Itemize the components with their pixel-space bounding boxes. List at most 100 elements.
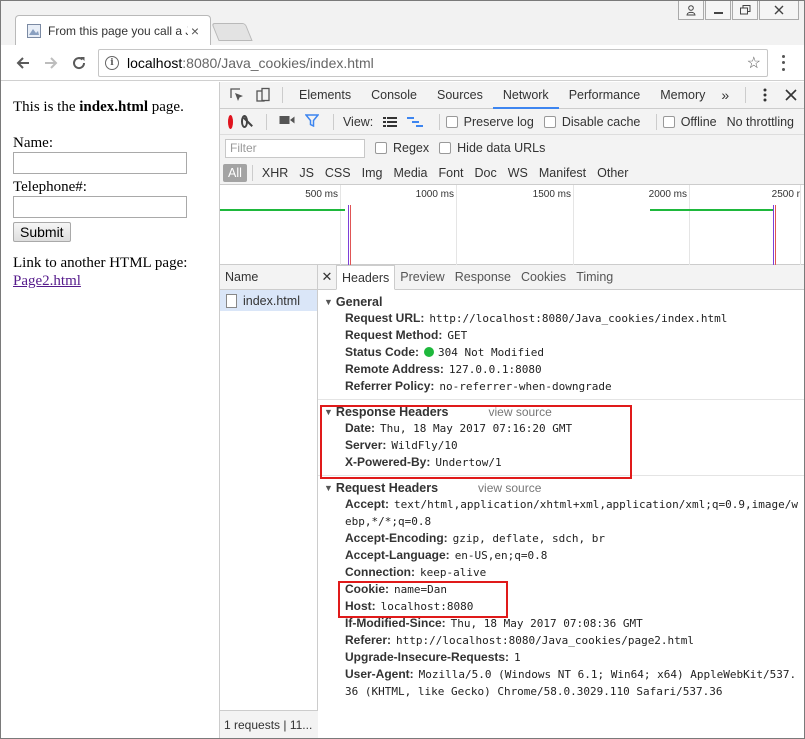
bookmark-star-icon[interactable]: ☆ [747, 53, 761, 73]
waterfall-view-icon[interactable] [407, 116, 424, 128]
type-filter-js[interactable]: JS [294, 164, 319, 182]
timeline-gridline [456, 185, 457, 265]
close-devtools-icon[interactable] [778, 82, 804, 109]
tab-console[interactable]: Console [361, 82, 427, 109]
network-overview-timeline[interactable]: 500 ms 1000 ms 1500 ms 2000 ms 2500 r [220, 185, 804, 265]
user-profile-icon[interactable] [678, 1, 704, 20]
tab-close-icon[interactable]: × [188, 24, 202, 38]
page2-link[interactable]: Page2.html [13, 273, 81, 289]
record-icon[interactable] [228, 114, 233, 129]
regex-checkbox[interactable]: Regex [375, 141, 429, 155]
header-value: GET [447, 329, 468, 342]
view-source-link[interactable]: view source [478, 480, 541, 496]
name-input[interactable] [13, 152, 187, 174]
browser-tab[interactable]: From this page you call a Ja × [15, 15, 211, 45]
close-window-icon[interactable] [759, 1, 799, 20]
disable-cache-checkbox[interactable]: Disable cache [543, 115, 640, 129]
header-value: Thu, 18 May 2017 07:16:20 GMT [380, 422, 573, 435]
header-row: Connection: keep-alive [324, 564, 804, 581]
tab-performance[interactable]: Performance [559, 82, 651, 109]
back-arrow-icon[interactable] [11, 51, 35, 75]
page-favicon-icon [26, 23, 42, 39]
header-row: Date: Thu, 18 May 2017 07:16:20 GMT [324, 420, 804, 437]
type-filter-img[interactable]: Img [357, 164, 388, 182]
expand-triangle-icon[interactable]: ▼ [324, 404, 333, 420]
tab-preview[interactable]: Preview [395, 265, 449, 289]
header-value: no-referrer-when-downgrade [439, 380, 612, 393]
type-filter-all[interactable]: All [223, 163, 247, 182]
capture-screenshots-icon[interactable] [279, 114, 295, 129]
checkbox-icon[interactable] [543, 115, 556, 128]
column-header-name[interactable]: Name [220, 265, 317, 290]
minimize-icon[interactable] [705, 1, 731, 20]
devtools-panel: Elements Console Sources Network Perform… [220, 82, 804, 738]
submit-button[interactable]: Submit [13, 222, 71, 242]
filter-icon[interactable] [303, 113, 320, 130]
new-tab-button[interactable] [211, 23, 253, 41]
tab-elements[interactable]: Elements [289, 82, 361, 109]
request-headers-section: ▼ Request Headers view source Accept: tex… [318, 476, 804, 704]
response-headers-header[interactable]: ▼ Response Headers view source [324, 404, 804, 420]
tab-network[interactable]: Network [492, 82, 559, 109]
request-headers-header[interactable]: ▼ Request Headers view source [324, 480, 804, 496]
header-key: User-Agent: [345, 667, 414, 681]
expand-triangle-icon[interactable]: ▼ [324, 480, 333, 496]
type-filter-font[interactable]: Font [434, 164, 469, 182]
checkbox-icon[interactable] [445, 115, 458, 128]
tab-memory[interactable]: Memory [650, 82, 715, 109]
status-ok-icon [424, 347, 435, 357]
tab-sources[interactable]: Sources [427, 82, 493, 109]
address-bar[interactable]: i localhost:8080/Java_cookies/index.html… [98, 49, 768, 77]
restore-icon[interactable] [732, 1, 758, 20]
type-filter-media[interactable]: Media [388, 164, 432, 182]
header-key: Remote Address: [345, 362, 444, 376]
request-row[interactable]: index.html [220, 290, 317, 311]
site-info-icon[interactable]: i [105, 56, 119, 70]
checkbox-icon[interactable] [439, 142, 452, 154]
type-filter-xhr[interactable]: XHR [257, 164, 293, 182]
header-value: Undertow/1 [435, 456, 502, 469]
throttling-select[interactable]: No throttling [727, 115, 794, 129]
checkbox-icon[interactable] [375, 142, 387, 154]
large-rows-icon[interactable] [383, 116, 398, 128]
header-row: Server: WildFly/10 [324, 437, 804, 454]
forward-arrow-icon[interactable] [39, 51, 63, 75]
header-value: text/html,application/xhtml+xml,applicat… [345, 498, 798, 528]
toolbar-divider [745, 87, 746, 103]
tab-timing[interactable]: Timing [571, 265, 618, 289]
tab-headers[interactable]: Headers [336, 265, 396, 290]
load-event-marker [775, 205, 776, 265]
type-filter-doc[interactable]: Doc [470, 164, 502, 182]
filter-input[interactable]: Filter [225, 138, 365, 158]
view-source-link[interactable]: view source [488, 404, 551, 420]
device-toolbar-icon[interactable] [250, 82, 276, 109]
telephone-input[interactable] [13, 196, 187, 218]
offline-checkbox[interactable]: Offline [662, 115, 717, 129]
preserve-log-checkbox[interactable]: Preserve log [445, 115, 534, 129]
expand-triangle-icon[interactable]: ▼ [324, 294, 333, 310]
header-value: 1 [514, 651, 521, 664]
inspect-element-icon[interactable] [224, 82, 250, 109]
close-detail-icon[interactable]: ✕ [318, 265, 336, 289]
clear-icon[interactable] [241, 115, 249, 128]
header-row: Cookie: name=Dan [324, 581, 804, 598]
chrome-menu-icon[interactable] [776, 53, 790, 73]
devtools-menu-icon[interactable] [752, 82, 778, 109]
header-value: WildFly/10 [391, 439, 458, 452]
request-detail-pane: ✕ Headers Preview Response Cookies Timin… [318, 265, 804, 738]
checkbox-icon[interactable] [662, 115, 675, 128]
hide-data-urls-checkbox[interactable]: Hide data URLs [439, 141, 545, 155]
type-filter-css[interactable]: CSS [320, 164, 356, 182]
tab-response[interactable]: Response [450, 265, 516, 289]
type-filter-other[interactable]: Other [592, 164, 633, 182]
general-section-header[interactable]: ▼ General [324, 294, 804, 310]
reload-icon[interactable] [67, 51, 91, 75]
header-row: Upgrade-Insecure-Requests: 1 [324, 649, 804, 666]
type-filter-manifest[interactable]: Manifest [534, 164, 591, 182]
header-key: If-Modified-Since: [345, 616, 446, 630]
more-tabs-button[interactable]: » [715, 87, 735, 103]
header-key: Request Method: [345, 328, 443, 342]
type-filter-ws[interactable]: WS [503, 164, 533, 182]
document-icon [226, 293, 237, 308]
tab-cookies[interactable]: Cookies [516, 265, 571, 289]
